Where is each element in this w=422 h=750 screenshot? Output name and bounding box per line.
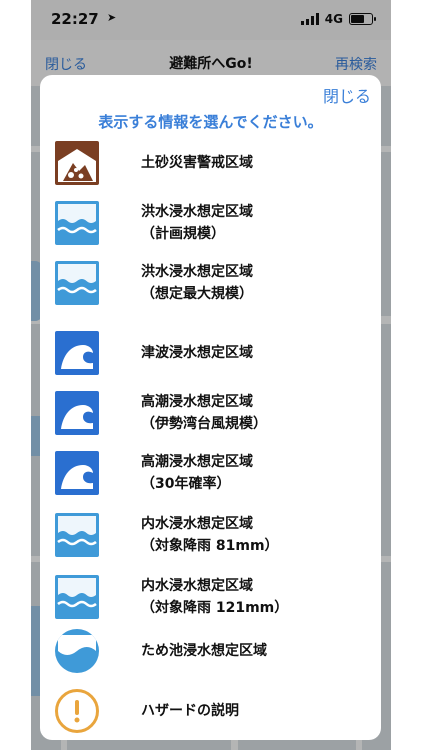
- info-icon: [55, 689, 99, 733]
- phone-screen: 22:27 ➤ 4G 閉じる 避難所へGo! 再検索 閉じる 表示する情報を選ん…: [31, 0, 391, 750]
- hazard-selection-sheet: 閉じる 表示する情報を選んでください。 土砂災害警戒区域 洪水浸水想定区域 （計…: [40, 75, 381, 740]
- hazard-item-label: 洪水浸水想定区域 （計画規模）: [141, 204, 253, 242]
- hazard-item-inland-121mm[interactable]: 内水浸水想定区域 （対象降雨 121mm）: [40, 567, 381, 627]
- flood-icon: [55, 513, 99, 557]
- hazard-item-storm-surge-30y[interactable]: 高潮浸水想定区域 （30年確率）: [40, 443, 381, 503]
- hazard-item-label: 内水浸水想定区域 （対象降雨 81mm）: [141, 516, 279, 554]
- flood-icon: [55, 261, 99, 305]
- tsunami-icon: [55, 451, 99, 495]
- hazard-item-flood-max[interactable]: 洪水浸水想定区域 （想定最大規模）: [40, 253, 381, 313]
- hazard-item-label: 高潮浸水想定区域 （伊勢湾台風規模）: [141, 394, 267, 432]
- hazard-item-label: 洪水浸水想定区域 （想定最大規模）: [141, 264, 253, 302]
- pond-icon: [55, 629, 99, 673]
- flood-icon: [55, 575, 99, 619]
- hazard-item-inland-81mm[interactable]: 内水浸水想定区域 （対象降雨 81mm）: [40, 505, 381, 565]
- hazard-item-label: 津波浸水想定区域: [141, 345, 253, 361]
- hazard-item-label: ため池浸水想定区域: [141, 643, 267, 659]
- tsunami-icon: [55, 331, 99, 375]
- hazard-item-landslide[interactable]: 土砂災害警戒区域: [40, 133, 381, 193]
- hazard-item-pond[interactable]: ため池浸水想定区域: [40, 621, 381, 681]
- hazard-explanation-item[interactable]: ハザードの説明: [40, 681, 381, 741]
- hazard-item-label: 土砂災害警戒区域: [141, 155, 253, 171]
- flood-icon: [55, 201, 99, 245]
- sheet-heading: 表示する情報を選んでください。: [98, 113, 323, 131]
- hazard-item-label: 内水浸水想定区域 （対象降雨 121mm）: [141, 578, 289, 616]
- tsunami-icon: [55, 391, 99, 435]
- hazard-item-tsunami[interactable]: 津波浸水想定区域: [40, 323, 381, 383]
- sheet-close-button[interactable]: 閉じる: [323, 83, 371, 107]
- hazard-item-flood-planned[interactable]: 洪水浸水想定区域 （計画規模）: [40, 193, 381, 253]
- hazard-item-storm-surge-isewan[interactable]: 高潮浸水想定区域 （伊勢湾台風規模）: [40, 383, 381, 443]
- hazard-item-label: ハザードの説明: [141, 703, 239, 719]
- landslide-icon: [55, 141, 99, 185]
- hazard-item-label: 高潮浸水想定区域 （30年確率）: [141, 454, 253, 492]
